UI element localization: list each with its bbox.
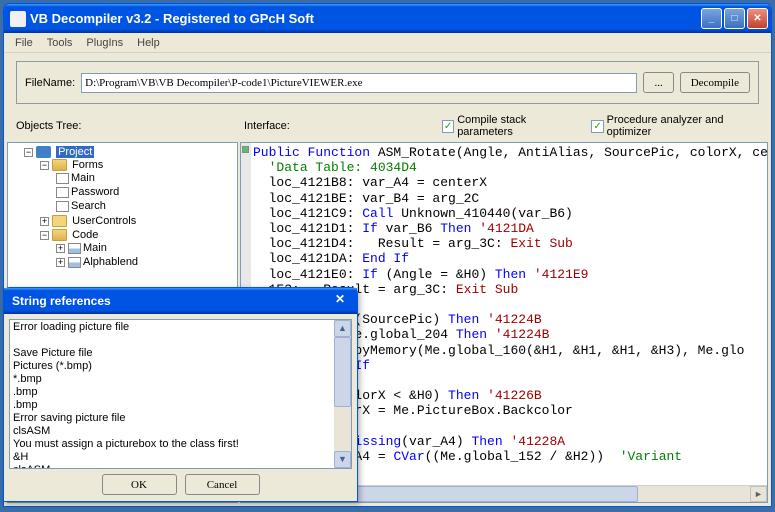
minimize-button[interactable]: _: [701, 8, 722, 29]
tree-form-main[interactable]: Main: [71, 172, 95, 184]
check-icon: ✓: [442, 120, 454, 133]
string-references-dialog: String references ✕ Error loading pictur…: [3, 287, 358, 502]
list-item[interactable]: Error saving picture file: [13, 412, 348, 425]
compile-stack-label: Compile stack parameters: [457, 114, 575, 138]
window-title: VB Decompiler v3.2 - Registered to GPcH …: [30, 11, 699, 26]
list-item[interactable]: [13, 334, 348, 347]
list-item[interactable]: Save Picture file: [13, 347, 348, 360]
list-item[interactable]: Pictures (*.bmp): [13, 360, 348, 373]
dialog-titlebar[interactable]: String references ✕: [4, 288, 357, 314]
objects-tree-label: Objects Tree:: [16, 120, 236, 132]
scroll-right-icon[interactable]: ►: [750, 486, 767, 502]
proc-analyzer-label: Procedure analyzer and optimizer: [607, 114, 759, 138]
filename-input[interactable]: [81, 73, 637, 93]
form-icon: [56, 201, 69, 212]
tree-toggle[interactable]: +: [56, 258, 65, 267]
menubar: File Tools PlugIns Help: [4, 33, 771, 53]
vertical-scrollbar[interactable]: ▲ ▼: [334, 320, 351, 468]
browse-button[interactable]: ...: [643, 72, 673, 93]
fold-marker[interactable]: [242, 146, 249, 153]
titlebar[interactable]: VB Decompiler v3.2 - Registered to GPcH …: [4, 4, 771, 33]
proc-analyzer-checkbox[interactable]: ✓ Procedure analyzer and optimizer: [591, 114, 759, 138]
project-icon: [36, 146, 51, 158]
module-icon: [68, 257, 81, 268]
close-button[interactable]: ✕: [747, 8, 768, 29]
string-list[interactable]: Error loading picture file Save Picture …: [9, 319, 352, 469]
filename-label: FileName:: [25, 77, 75, 89]
ok-button[interactable]: OK: [102, 474, 177, 495]
folder-icon: [52, 215, 67, 227]
menu-tools[interactable]: Tools: [40, 35, 80, 51]
list-item[interactable]: Error loading picture file: [13, 321, 348, 334]
compile-stack-checkbox[interactable]: ✓ Compile stack parameters: [442, 114, 575, 138]
tree-toggle[interactable]: +: [40, 217, 49, 226]
list-item[interactable]: .bmp: [13, 399, 348, 412]
tree-usercontrols[interactable]: UserControls: [72, 215, 136, 227]
check-icon: ✓: [591, 120, 603, 133]
tree-code-alphablend[interactable]: Alphablend: [83, 256, 138, 268]
tree-project[interactable]: Project: [56, 146, 94, 158]
decompile-button[interactable]: Decompile: [680, 72, 750, 93]
tree-toggle[interactable]: +: [56, 244, 65, 253]
tree-forms[interactable]: Forms: [72, 159, 103, 171]
scroll-down-icon[interactable]: ▼: [334, 451, 351, 468]
menu-plugins[interactable]: PlugIns: [79, 35, 130, 51]
tree-toggle[interactable]: −: [24, 148, 33, 157]
dialog-close-button[interactable]: ✕: [335, 292, 354, 311]
form-icon: [56, 173, 69, 184]
scroll-up-icon[interactable]: ▲: [334, 320, 351, 337]
list-item[interactable]: clsASM: [13, 464, 348, 469]
interface-label: Interface:: [244, 120, 434, 132]
tree-form-password[interactable]: Password: [71, 186, 119, 198]
cancel-button[interactable]: Cancel: [185, 474, 260, 495]
tree-toggle[interactable]: −: [40, 161, 49, 170]
tree-code-main[interactable]: Main: [83, 242, 107, 254]
tree-toggle[interactable]: −: [40, 231, 49, 240]
folder-open-icon: [52, 159, 67, 171]
filename-panel: FileName: ... Decompile: [16, 61, 759, 104]
app-icon: [10, 11, 26, 27]
maximize-button[interactable]: □: [724, 8, 745, 29]
dialog-title: String references: [12, 294, 335, 308]
list-item[interactable]: clsASM: [13, 425, 348, 438]
form-icon: [56, 187, 69, 198]
list-item[interactable]: You must assign a picturebox to the clas…: [13, 438, 348, 451]
options-bar: Objects Tree: Interface: ✓ Compile stack…: [4, 112, 771, 142]
module-icon: [68, 243, 81, 254]
tree-code[interactable]: Code: [72, 229, 98, 241]
scroll-thumb[interactable]: [334, 337, 351, 407]
list-item[interactable]: &H: [13, 451, 348, 464]
tree-form-search[interactable]: Search: [71, 200, 106, 212]
list-item[interactable]: .bmp: [13, 386, 348, 399]
menu-file[interactable]: File: [8, 35, 40, 51]
list-item[interactable]: *.bmp: [13, 373, 348, 386]
folder-open-icon: [52, 229, 67, 241]
menu-help[interactable]: Help: [130, 35, 167, 51]
